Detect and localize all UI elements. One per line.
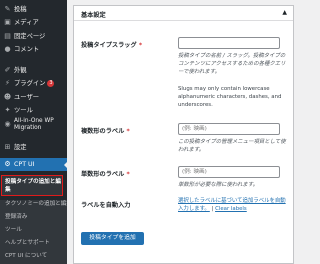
singular-label-text: 単数形のラベル	[81, 171, 125, 178]
settings-icon: ⊞	[4, 143, 11, 151]
slug-help-text: 投稿タイプの名前 / スラッグ。投稿タイプのコンテンツにアクセスするための各種ク…	[178, 53, 286, 75]
wrench-icon: ✦	[4, 106, 11, 114]
sidebar-item-comments[interactable]: ● コメント	[0, 43, 67, 56]
main-content: 基本設定 ▲ 投稿タイプスラッグ * 投稿タイプの名前 / スラッグ。投稿タイプ…	[67, 0, 300, 264]
submenu-item-about[interactable]: CPT UI について	[5, 252, 47, 260]
submenu-item-help[interactable]: ヘルプとサポート	[5, 239, 50, 247]
required-marker: *	[126, 128, 130, 135]
slug-input[interactable]	[178, 37, 280, 49]
collapse-arrow-icon[interactable]: ▲	[282, 9, 287, 16]
page-icon: ▤	[4, 32, 11, 40]
cpt-ui-submenu: タクソノミーの追加と編集 登録済み ツール ヘルプとサポート CPT UI につ…	[0, 200, 67, 264]
sidebar-item-appearance[interactable]: ✐ 外観	[0, 64, 67, 77]
sidebar-item-label: プラグイン	[14, 80, 46, 87]
sidebar-item-migration[interactable]: ◉ All-in-One WP Migration	[0, 117, 67, 135]
brush-icon: ✐	[4, 66, 11, 74]
plural-help-text: この投稿タイプの管理メニュー項目として使われます。	[178, 139, 286, 153]
sidebar-item-cpt-ui[interactable]: ⚙ CPT UI	[0, 158, 67, 171]
basic-settings-panel: 基本設定 ▲ 投稿タイプスラッグ * 投稿タイプの名前 / スラッグ。投稿タイプ…	[73, 5, 294, 264]
plural-label: 複数形のラベル *	[81, 126, 130, 135]
sidebar-item-plugins[interactable]: ⚡ プラグイン 3	[0, 77, 67, 90]
link-separator: |	[211, 206, 214, 212]
required-marker: *	[138, 42, 143, 49]
sidebar-item-media[interactable]: ▣ メディア	[0, 16, 67, 29]
submenu-item-registered[interactable]: 登録済み	[5, 213, 27, 221]
required-marker: *	[126, 171, 130, 178]
clear-labels-link[interactable]: Clear labels	[215, 206, 247, 212]
autofill-links: 選択したラベルに基づいて追加ラベルを自動入力します。 | Clear label…	[178, 197, 290, 213]
plural-label-text: 複数形のラベル	[81, 128, 125, 135]
panel-header[interactable]: 基本設定 ▲	[74, 6, 293, 21]
slug-label: 投稿タイプスラッグ *	[81, 40, 142, 49]
comment-icon: ●	[4, 45, 11, 53]
sidebar-item-pages[interactable]: ▤ 固定ページ	[0, 30, 67, 43]
slug-label-text: 投稿タイプスラッグ	[81, 42, 137, 49]
plugin-icon: ⚡	[5, 79, 10, 87]
submenu-item-tools[interactable]: ツール	[5, 226, 22, 234]
cpt-icon: ⚙	[4, 160, 11, 168]
media-icon: ▣	[4, 18, 11, 26]
pin-icon: ✎	[4, 5, 11, 13]
autofill-label: ラベルを自動入力	[81, 202, 131, 209]
submenu-item-taxonomies[interactable]: タクソノミーの追加と編集	[5, 200, 67, 208]
update-count-badge: 3	[47, 80, 55, 87]
singular-label-input[interactable]	[178, 166, 280, 178]
slug-character-note: Slugs may only contain lowercase alphanu…	[178, 86, 282, 108]
sidebar-item-settings[interactable]: ⊞ 設定	[0, 141, 67, 154]
panel-title: 基本設定	[81, 12, 106, 19]
sidebar-item-users[interactable]: ☻ ユーザー	[0, 91, 67, 104]
submenu-item-label: 投稿タイプの追加と編集	[5, 179, 61, 193]
admin-sidebar: ✎ 投稿 ▣ メディア ▤ 固定ページ ● コメント ✐ 外観 ⚡ プラグイン 3…	[0, 0, 67, 264]
singular-help-text: 単数形が必要な際に使われます。	[178, 182, 259, 188]
plural-label-input[interactable]	[178, 123, 280, 135]
migrate-icon: ◉	[4, 120, 11, 128]
user-icon: ☻	[3, 93, 12, 101]
add-post-type-button[interactable]: 投稿タイプを追加	[81, 232, 144, 245]
singular-label: 単数形のラベル *	[81, 169, 130, 178]
submenu-item-add-edit-post-types[interactable]: 投稿タイプの追加と編集	[1, 175, 63, 196]
sidebar-item-posts[interactable]: ✎ 投稿	[0, 3, 67, 16]
sidebar-item-tools[interactable]: ✦ ツール	[0, 104, 67, 117]
